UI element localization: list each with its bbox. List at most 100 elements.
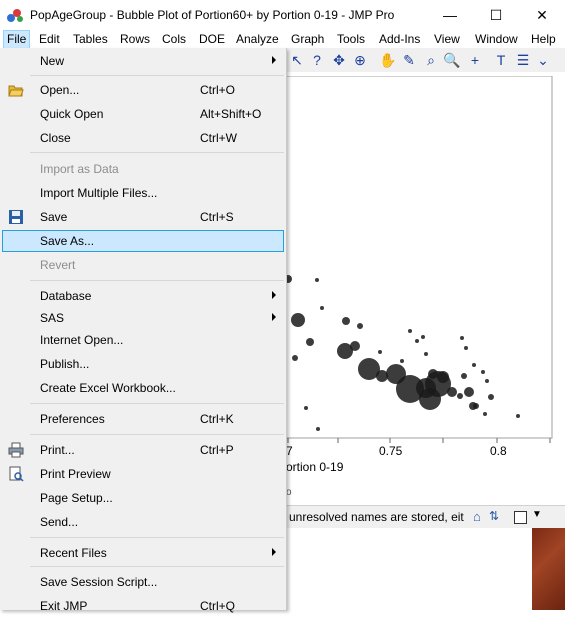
menu-edit[interactable]: Edit <box>39 32 60 46</box>
menu-separator <box>30 537 284 538</box>
menu-item-print-preview[interactable]: Print Preview <box>2 463 284 485</box>
menu-item-label: Database <box>40 289 92 303</box>
bubble <box>415 339 419 343</box>
menu-item-label: Import as Data <box>40 162 119 176</box>
menu-item-create-excel[interactable]: Create Excel Workbook... <box>2 377 284 399</box>
shortcut-label: Ctrl+W <box>200 131 237 145</box>
menu-window[interactable]: Window <box>475 32 518 46</box>
menu-tables[interactable]: Tables <box>73 32 108 46</box>
status-message: unresolved names are stored, eit <box>289 510 464 524</box>
bubble <box>464 346 468 350</box>
bubble <box>304 406 308 410</box>
hand-tool-icon[interactable]: ✋ <box>379 51 397 69</box>
menu-item-label: Revert <box>40 258 76 272</box>
menu-separator <box>30 566 284 567</box>
menu-item-label: Save <box>40 210 68 224</box>
target-tool-icon[interactable]: ⊕ <box>351 51 369 69</box>
bubble <box>460 336 464 340</box>
submenu-arrow-icon <box>272 313 276 321</box>
bubble <box>292 355 298 361</box>
bubble <box>461 373 467 379</box>
menu-item-internet-open[interactable]: Internet Open... <box>2 329 284 351</box>
line-tool-icon[interactable]: ☰ <box>514 51 532 69</box>
menu-item-sas[interactable]: SAS <box>2 307 284 329</box>
bubble <box>481 370 485 374</box>
menu-item-label: Import Multiple Files... <box>40 186 158 200</box>
maximize-button[interactable]: ☐ <box>473 0 519 30</box>
menu-item-label: Save Session Script... <box>40 575 158 589</box>
menu-item-save[interactable]: Save Ctrl+S <box>2 206 284 228</box>
menu-file[interactable]: File <box>3 30 31 49</box>
menu-tools[interactable]: Tools <box>337 32 365 46</box>
crosshair-tool-icon[interactable]: ✥ <box>330 51 348 69</box>
menu-item-database[interactable]: Database <box>2 285 284 307</box>
jmp-app-icon <box>7 9 23 22</box>
bubble <box>457 393 463 399</box>
bubble <box>400 359 404 363</box>
x-axis-label[interactable]: ortion 0-19 <box>286 460 343 474</box>
bubble <box>357 323 363 329</box>
menu-item-label: Print Preview <box>40 467 111 481</box>
layout-checkbox-icon[interactable] <box>514 511 527 524</box>
home-icon[interactable]: ⌂ <box>473 509 481 524</box>
shortcut-label: Ctrl+O <box>200 83 236 97</box>
bubble <box>316 427 320 431</box>
menu-item-close[interactable]: Close Ctrl+W <box>2 127 284 149</box>
menu-help[interactable]: Help <box>531 32 556 46</box>
menu-item-label: SAS <box>40 311 65 325</box>
menu-add-ins[interactable]: Add-Ins <box>379 32 420 46</box>
print-preview-icon <box>9 466 24 482</box>
help-tool-icon[interactable]: ? <box>308 51 326 69</box>
menu-separator <box>30 152 284 153</box>
bubble <box>447 387 457 397</box>
menu-item-label: Exit JMP <box>40 599 88 613</box>
printer-icon <box>8 442 24 458</box>
brush-tool-icon[interactable]: ✎ <box>400 51 418 69</box>
menu-separator <box>30 280 284 281</box>
bubble <box>350 341 360 351</box>
shortcut-label: Ctrl+K <box>200 412 234 426</box>
menu-rows[interactable]: Rows <box>120 32 150 46</box>
menu-item-send[interactable]: Send... <box>2 511 284 533</box>
maximize-icon: ☐ <box>489 6 503 23</box>
menu-item-new[interactable]: New <box>2 50 284 72</box>
close-window-button[interactable]: ✕ <box>519 0 565 30</box>
menu-item-save-as[interactable]: Save As... <box>2 230 284 252</box>
menu-bar: File Edit Tables Rows Cols DOE Analyze G… <box>0 30 565 49</box>
menu-item-label: Create Excel Workbook... <box>40 381 176 395</box>
menu-item-preferences[interactable]: Preferences Ctrl+K <box>2 408 284 430</box>
zoom-tool-icon[interactable]: 🔍 <box>443 51 461 69</box>
x-tick-label: 7 <box>286 444 293 458</box>
menu-item-publish[interactable]: Publish... <box>2 353 284 375</box>
sync-icon[interactable]: ⇅ <box>489 509 499 523</box>
x-tick-label: 0.8 <box>490 444 507 458</box>
lasso-tool-icon[interactable]: ⌕ <box>422 51 440 69</box>
bubble <box>306 338 314 346</box>
menu-analyze[interactable]: Analyze <box>236 32 279 46</box>
menu-item-import-multiple[interactable]: Import Multiple Files... <box>2 182 284 204</box>
menu-item-open[interactable]: Open... Ctrl+O <box>2 79 284 101</box>
menu-item-exit[interactable]: Exit JMP Ctrl+Q <box>2 595 284 617</box>
menu-separator <box>30 403 284 404</box>
menu-item-recent-files[interactable]: Recent Files <box>2 542 284 564</box>
bubble <box>428 369 438 379</box>
arrow-tool-icon[interactable]: ↖ <box>288 51 306 69</box>
chevron-down-icon[interactable]: ▼ <box>532 509 542 520</box>
menu-item-page-setup[interactable]: Page Setup... <box>2 487 284 509</box>
plus-tool-icon[interactable]: + <box>466 51 484 69</box>
menu-graph[interactable]: Graph <box>291 32 324 46</box>
background-area <box>286 528 565 610</box>
menu-item-save-session-script[interactable]: Save Session Script... <box>2 571 284 593</box>
menu-item-print[interactable]: Print... Ctrl+P <box>2 439 284 461</box>
submenu-arrow-icon <box>272 291 276 299</box>
menu-item-quick-open[interactable]: Quick Open Alt+Shift+O <box>2 103 284 125</box>
minimize-button[interactable]: — <box>427 0 473 30</box>
toolbar-overflow-icon[interactable]: ⌄ <box>534 51 552 69</box>
bubble <box>488 394 494 400</box>
menu-view[interactable]: View <box>434 32 460 46</box>
menu-doe[interactable]: DOE <box>199 32 225 46</box>
menu-cols[interactable]: Cols <box>162 32 186 46</box>
annotate-tool-icon[interactable]: T <box>492 51 510 69</box>
bubble-plot <box>286 76 553 443</box>
bubble <box>483 412 487 416</box>
